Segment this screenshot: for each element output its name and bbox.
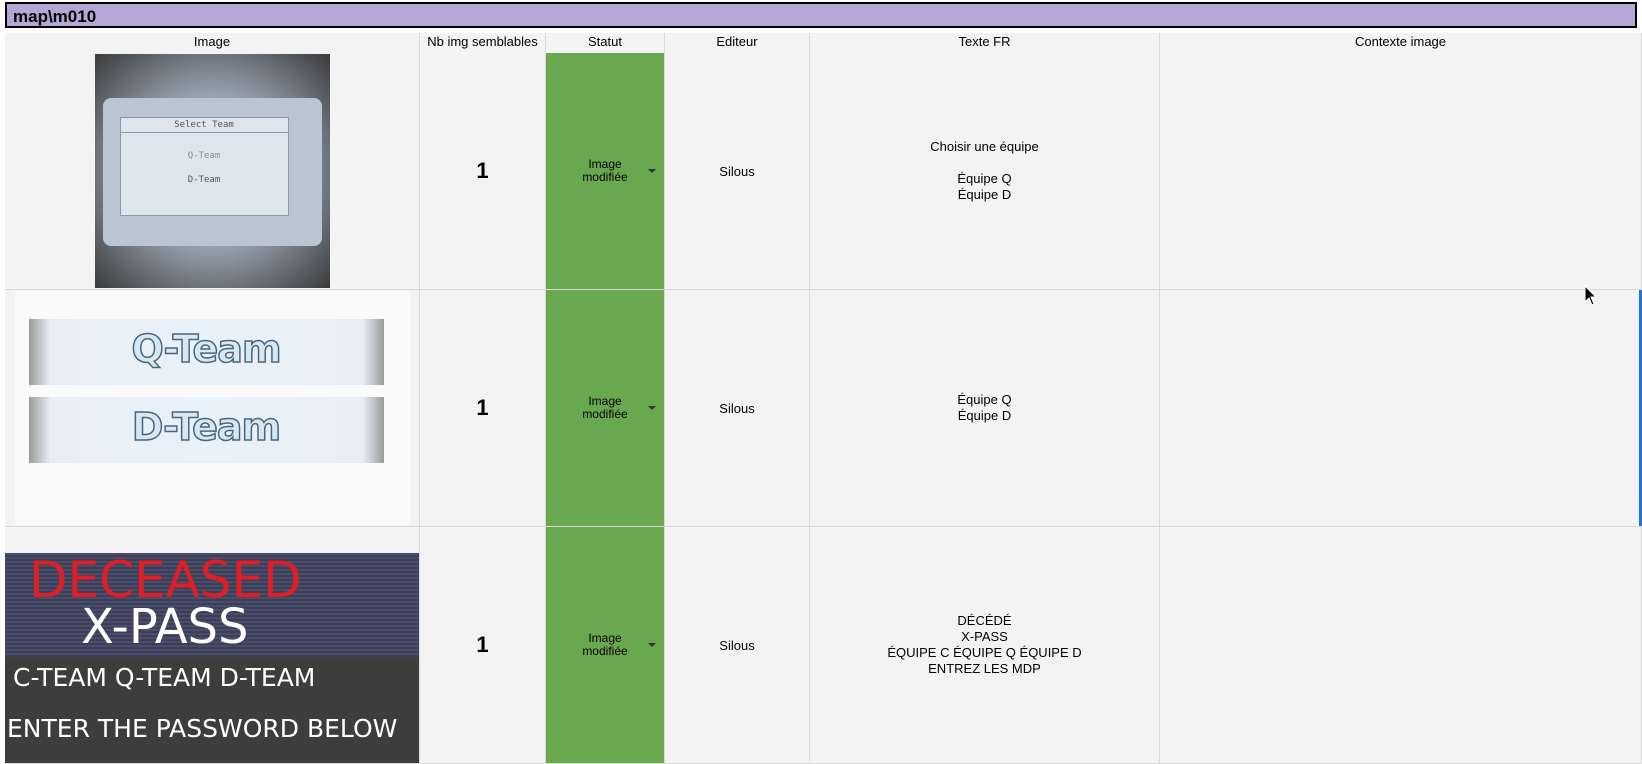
image-cell[interactable]: DECEASED X-PASS C-TEAM Q-TEAM D-TEAM ENT… (5, 527, 420, 763)
header-image[interactable]: Image (5, 33, 420, 53)
thumb-text: Q-Team (131, 326, 283, 372)
editor-cell[interactable]: Silous (665, 527, 810, 763)
contexte-cell[interactable] (1160, 290, 1642, 526)
dropdown-caret-icon[interactable] (648, 406, 656, 410)
dropdown-caret-icon[interactable] (648, 169, 656, 173)
image-thumbnail: Q-Team D-Team (14, 291, 410, 525)
image-cell[interactable]: Q-Team D-Team (5, 290, 420, 526)
nb-img-cell[interactable]: 1 (420, 527, 546, 763)
contexte-cell[interactable] (1160, 53, 1642, 289)
thumb-text: ENTER THE PASSWORD BELOW (7, 714, 398, 743)
table-row: Select Team Q-Team D-Team 1 Image modifi… (5, 53, 1642, 290)
status-dropdown[interactable]: Image modifiée (546, 527, 665, 763)
header-texte-fr[interactable]: Texte FR (810, 33, 1160, 53)
texte-fr-cell[interactable]: DÉCÉDÉ X-PASS ÉQUIPE C ÉQUIPE Q ÉQUIPE D… (810, 527, 1160, 763)
status-label: Image modifiée (582, 631, 628, 658)
image-thumbnail: Select Team Q-Team D-Team (94, 54, 330, 288)
status-dropdown[interactable]: Image modifiée (546, 290, 665, 526)
table-row: Q-Team D-Team 1 Image modifiée Silous Éq… (5, 290, 1642, 527)
texte-fr-cell[interactable]: Équipe Q Équipe D (810, 290, 1160, 526)
texte-fr-value: Choisir une équipe Équipe Q Équipe D (930, 139, 1039, 202)
table-row: DECEASED X-PASS C-TEAM Q-TEAM D-TEAM ENT… (5, 527, 1642, 764)
status-label: Image modifiée (582, 394, 628, 421)
editor-cell[interactable]: Silous (665, 53, 810, 289)
editor-cell[interactable]: Silous (665, 290, 810, 526)
dropdown-caret-icon[interactable] (648, 643, 656, 647)
thumb-text: Select Team (120, 118, 288, 133)
texte-fr-value: Équipe Q Équipe D (957, 392, 1012, 423)
contexte-cell[interactable] (1160, 527, 1642, 763)
thumb-text: D-Team (131, 404, 282, 450)
thumb-text: Q-Team (187, 151, 221, 161)
image-cell[interactable]: Select Team Q-Team D-Team (5, 53, 420, 289)
column-header-row: Image Nb img semblables Statut Editeur T… (5, 33, 1642, 53)
nb-img-cell[interactable]: 1 (420, 53, 546, 289)
header-editeur[interactable]: Editeur (665, 33, 810, 53)
editor-value: Silous (719, 163, 755, 179)
nb-img-value: 1 (476, 158, 489, 183)
status-label: Image modifiée (582, 157, 628, 184)
sheet-title: map\m010 (13, 7, 97, 26)
mouse-pointer-icon (1584, 285, 1598, 306)
editor-value: Silous (719, 400, 755, 416)
nb-img-cell[interactable]: 1 (420, 290, 546, 526)
status-dropdown[interactable]: Image modifiée (546, 53, 665, 289)
header-nb-img[interactable]: Nb img semblables (420, 33, 546, 53)
header-contexte[interactable]: Contexte image (1160, 33, 1642, 53)
thumb-text: X-PASS (81, 599, 249, 655)
nb-img-value: 1 (476, 632, 489, 657)
header-statut[interactable]: Statut (546, 33, 665, 53)
thumb-text: D-Team (187, 175, 221, 185)
image-thumbnail: DECEASED X-PASS C-TEAM Q-TEAM D-TEAM ENT… (5, 553, 419, 763)
editor-value: Silous (719, 637, 755, 653)
sheet-title-bar[interactable]: map\m010 (5, 2, 1637, 28)
texte-fr-value: DÉCÉDÉ X-PASS ÉQUIPE C ÉQUIPE Q ÉQUIPE D… (887, 613, 1082, 676)
texte-fr-cell[interactable]: Choisir une équipe Équipe Q Équipe D (810, 53, 1160, 289)
nb-img-value: 1 (476, 395, 489, 420)
thumb-text: C-TEAM Q-TEAM D-TEAM (13, 663, 316, 692)
